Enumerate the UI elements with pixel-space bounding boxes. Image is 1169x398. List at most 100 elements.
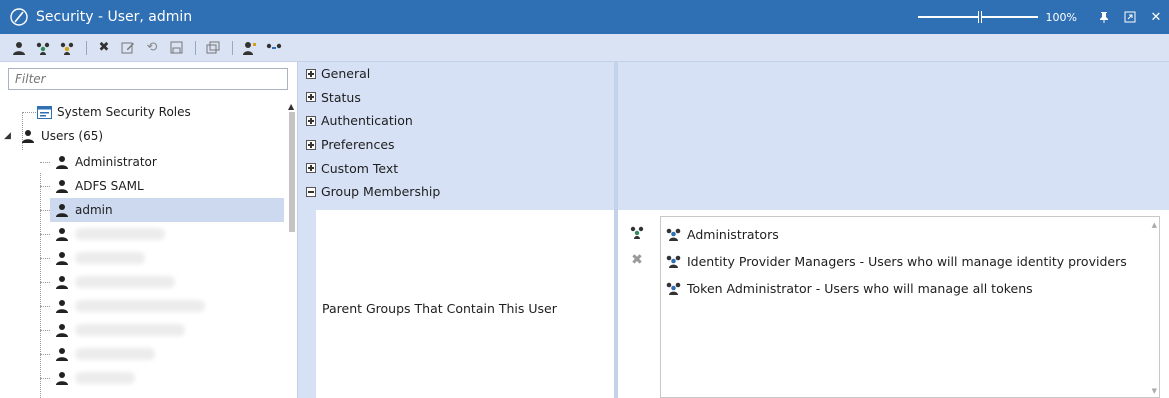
section-preferences[interactable]: Preferences [298,133,616,157]
tree-node-user-blurred[interactable] [54,294,205,318]
tree-node-users[interactable]: ◢ Users (65) [4,124,103,148]
user-icon [54,370,70,386]
close-icon[interactable]: ✕ [1143,0,1169,34]
group-name: Identity Provider Managers - Users who w… [687,253,1127,269]
app-logo-icon [8,6,30,28]
zoom-label: 100% [1045,10,1077,24]
user-icon [54,154,70,170]
user-icon [54,322,70,338]
group-name: Administrators [687,226,779,242]
section-label: Group Membership [321,184,441,200]
user-icon [54,250,70,266]
section-group-membership[interactable]: Group Membership [298,180,616,204]
add-group-button[interactable] [626,218,648,246]
section-list: General Status Authentication Preference… [298,62,616,210]
group-name: Token Administrator - Users who will man… [687,280,1033,296]
toolbar-separator [86,40,87,55]
section-label: Authentication [321,113,413,129]
redacted-name [75,228,165,240]
expand-icon[interactable] [306,163,316,174]
list-item[interactable]: Administrators [665,223,779,245]
popout-icon[interactable] [1117,0,1143,34]
scroll-up-icon[interactable]: ▲ [288,102,294,111]
user-icon [54,202,70,218]
expand-icon[interactable] [306,139,316,150]
group-icon[interactable] [56,37,78,59]
user-icon [54,226,70,242]
tree-node-user-blurred[interactable] [54,222,165,246]
filter-input[interactable] [8,68,288,90]
collapse-icon[interactable]: ◢ [4,131,14,141]
redacted-name [75,276,175,288]
scroll-down-icon[interactable]: ▼ [1152,387,1157,395]
group-icon [665,253,683,269]
section-status[interactable]: Status [298,86,616,110]
section-label: Custom Text [321,160,399,176]
expand-icon[interactable] [306,92,316,103]
navigation-panel: System Security Roles ◢ Users (65) Admin… [0,62,298,398]
membership-field-label: Parent Groups That Contain This User [322,301,557,316]
user-icon [54,274,70,290]
pin-icon[interactable] [1091,0,1117,34]
redacted-name [75,324,185,336]
tree-node-label: admin [75,203,113,217]
redacted-name [75,300,205,312]
tree-node-system-roles[interactable]: System Security Roles [36,100,191,124]
list-item[interactable]: Token Administrator - Users who will man… [665,277,1033,299]
tree-node-user[interactable]: Administrator [54,150,157,174]
scroll-up-icon[interactable]: ▲ [1152,221,1157,229]
redacted-name [75,252,145,264]
user-icon [54,346,70,362]
group-add-icon[interactable] [32,37,54,59]
user-icon[interactable] [8,37,30,59]
scroll-thumb[interactable] [289,112,295,232]
tree-node-label: Administrator [75,155,157,169]
toolbar-separator [232,40,233,55]
user-link-icon[interactable] [263,37,285,59]
tree-node-user-blurred[interactable] [54,270,175,294]
window-title: Security - User, admin [36,9,193,25]
roles-icon [36,104,52,120]
section-label: General [321,66,371,82]
user-settings-icon[interactable] [239,37,261,59]
user-icon [54,298,70,314]
collapse-icon[interactable] [306,186,316,197]
security-tree: System Security Roles ◢ Users (65) Admin… [0,100,288,398]
refresh-icon[interactable]: ⟲ [141,37,163,59]
indent-column [298,210,316,398]
tree-node-label: ADFS SAML [75,179,144,193]
tree-node-user-selected[interactable]: admin [50,198,284,222]
redacted-name [75,372,135,384]
tree-node-user-blurred[interactable] [54,318,185,342]
user-icon [20,128,36,144]
group-list: Administrators Identity Provider Manager… [660,216,1160,398]
section-custom-text[interactable]: Custom Text [298,156,616,180]
section-authentication[interactable]: Authentication [298,109,616,133]
properties-panel: General Status Authentication Preference… [298,62,616,398]
window-icon[interactable] [202,37,224,59]
tree-node-label: System Security Roles [57,105,191,119]
group-icon [665,226,683,242]
list-item[interactable]: Identity Provider Managers - Users who w… [665,250,1127,272]
toolbar-separator [195,40,196,55]
expand-icon[interactable] [306,68,316,79]
expand-icon[interactable] [306,115,316,126]
tree-node-user-blurred[interactable] [54,246,145,270]
remove-group-button[interactable]: ✖ [626,246,648,274]
section-header-fill [618,62,1169,210]
user-icon [54,178,70,194]
group-membership-editor: ✖ Administrators Identity Provider Manag… [618,210,1169,398]
section-label: Status [321,89,361,105]
zoom-slider[interactable] [917,11,1038,23]
tree-node-user-blurred[interactable] [54,342,155,366]
tree-node-user-blurred[interactable] [54,366,135,390]
save-icon[interactable] [165,37,187,59]
tree-node-user[interactable]: ADFS SAML [54,174,144,198]
delete-icon[interactable]: ✖ [93,37,115,59]
edit-icon[interactable] [117,37,139,59]
section-label: Preferences [321,137,395,153]
tree-scrollbar[interactable]: ▲ [288,100,296,398]
group-icon [665,280,683,296]
title-bar: Security - User, admin 100% ✕ [0,0,1169,34]
section-general[interactable]: General [298,62,616,86]
